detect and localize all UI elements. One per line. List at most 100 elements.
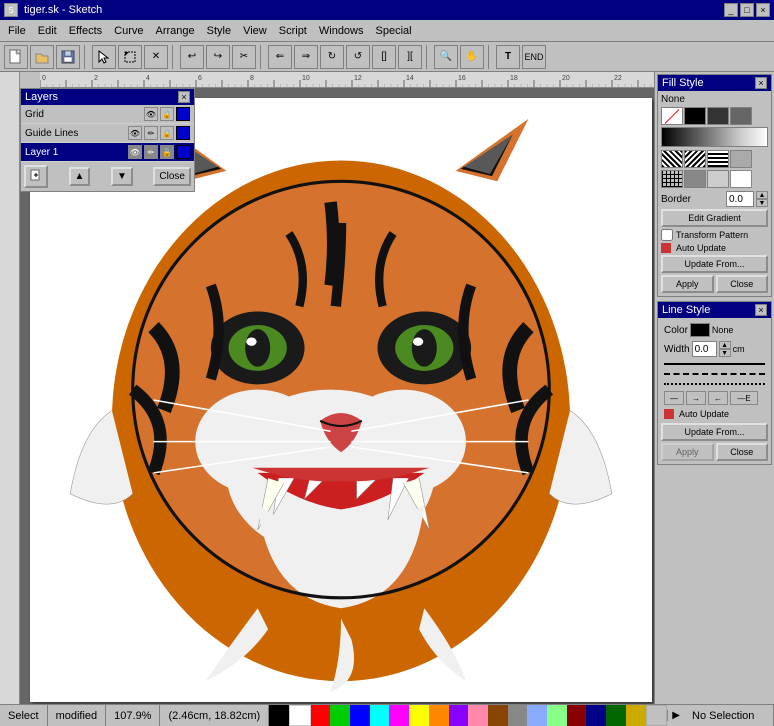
- rot-cw-button[interactable]: ↻: [320, 45, 344, 69]
- pattern-swatch-7[interactable]: [707, 170, 729, 188]
- line-style-close-btn[interactable]: ×: [755, 304, 767, 316]
- line-close-button[interactable]: Close: [716, 443, 769, 461]
- line-update-from-button[interactable]: Update From...: [661, 423, 768, 441]
- flip-v-button[interactable]: ⇒: [294, 45, 318, 69]
- menu-windows[interactable]: Windows: [313, 23, 370, 39]
- pattern-swatch-6[interactable]: [684, 170, 706, 188]
- layer-1-row[interactable]: Layer 1 👁 ✏ 🔒: [21, 143, 194, 162]
- palette-orange[interactable]: [429, 705, 449, 726]
- color-palette[interactable]: [269, 705, 667, 726]
- line-sample-dot[interactable]: [664, 383, 765, 385]
- deselect-tool[interactable]: ✕: [144, 45, 168, 69]
- ungroup-button[interactable]: ][: [398, 45, 422, 69]
- fill-border-input[interactable]: [726, 191, 754, 207]
- fill-swatch-mid[interactable]: [730, 107, 752, 125]
- pan-button[interactable]: ✋: [460, 45, 484, 69]
- line-sample-dash[interactable]: [664, 373, 765, 375]
- pattern-swatch-2[interactable]: [684, 150, 706, 168]
- palette-scroll[interactable]: ▶: [667, 710, 684, 721]
- palette-brown[interactable]: [488, 705, 508, 726]
- palette-lightgreen[interactable]: [547, 705, 567, 726]
- palette-darkred[interactable]: [567, 705, 587, 726]
- layers-close-button[interactable]: ×: [178, 91, 190, 103]
- flip-h-button[interactable]: ⇐: [268, 45, 292, 69]
- group-button[interactable]: []: [372, 45, 396, 69]
- line-color-swatch[interactable]: [690, 323, 710, 337]
- layer-grid-lock[interactable]: 🔒: [160, 107, 174, 121]
- fill-border-down[interactable]: ▼: [756, 199, 768, 207]
- palette-silver[interactable]: [646, 705, 668, 726]
- new-button[interactable]: [4, 45, 28, 69]
- menu-arrange[interactable]: Arrange: [149, 23, 200, 39]
- palette-darkgreen[interactable]: [606, 705, 626, 726]
- layer-guides-eye[interactable]: 👁: [128, 126, 142, 140]
- palette-gray[interactable]: [508, 705, 528, 726]
- line-arrow-none[interactable]: —: [664, 391, 684, 405]
- palette-gold[interactable]: [626, 705, 646, 726]
- layers-up-button[interactable]: [69, 167, 91, 186]
- line-arrow-right[interactable]: →: [686, 391, 706, 405]
- palette-black[interactable]: [269, 705, 289, 726]
- pattern-swatch-1[interactable]: [661, 150, 683, 168]
- edit-gradient-button[interactable]: Edit Gradient: [661, 209, 768, 227]
- layers-close-btn[interactable]: Close: [153, 167, 191, 186]
- line-width-down[interactable]: ▼: [719, 349, 731, 357]
- fill-swatch-dark[interactable]: [707, 107, 729, 125]
- palette-cyan[interactable]: [370, 705, 390, 726]
- menu-effects[interactable]: Effects: [63, 23, 108, 39]
- pattern-swatch-8[interactable]: [730, 170, 752, 188]
- menu-view[interactable]: View: [237, 23, 273, 39]
- pattern-swatch-5[interactable]: [661, 170, 683, 188]
- line-apply-button[interactable]: Apply: [661, 443, 714, 461]
- palette-lightblue[interactable]: [527, 705, 547, 726]
- palette-scroll-right[interactable]: ▶: [672, 710, 680, 721]
- text-tool[interactable]: T: [496, 45, 520, 69]
- layer-guides-row[interactable]: Guide Lines 👁 ✏ 🔒: [21, 124, 194, 143]
- gradient-bar[interactable]: [661, 127, 768, 147]
- fill-style-close-btn[interactable]: ×: [755, 77, 767, 89]
- palette-blue[interactable]: [350, 705, 370, 726]
- line-end-style[interactable]: —E: [730, 391, 758, 405]
- zoom-button[interactable]: 🔍: [434, 45, 458, 69]
- menu-script[interactable]: Script: [273, 23, 313, 39]
- line-width-up[interactable]: ▲: [719, 341, 731, 349]
- line-arrow-left[interactable]: ←: [708, 391, 728, 405]
- layer-grid-eye[interactable]: 👁: [144, 107, 158, 121]
- select-box-tool[interactable]: [118, 45, 142, 69]
- fill-apply-button[interactable]: Apply: [661, 275, 714, 293]
- select-tool[interactable]: [92, 45, 116, 69]
- fill-close-button[interactable]: Close: [716, 275, 769, 293]
- palette-darkblue[interactable]: [586, 705, 606, 726]
- layer-guides-pen[interactable]: ✏: [144, 126, 158, 140]
- menu-edit[interactable]: Edit: [32, 23, 63, 39]
- menu-curve[interactable]: Curve: [108, 23, 149, 39]
- cut-button[interactable]: ✂: [232, 45, 256, 69]
- layer-guides-lock[interactable]: 🔒: [160, 126, 174, 140]
- close-button[interactable]: ×: [756, 3, 770, 17]
- undo-button[interactable]: ↩: [180, 45, 204, 69]
- pattern-swatch-4[interactable]: [730, 150, 752, 168]
- palette-green[interactable]: [330, 705, 350, 726]
- layers-down-button[interactable]: [111, 167, 133, 186]
- end-button[interactable]: END: [522, 45, 546, 69]
- layer-1-lock[interactable]: 🔒: [160, 145, 174, 159]
- layers-new-button[interactable]: [24, 165, 48, 188]
- save-button[interactable]: [56, 45, 80, 69]
- menu-special[interactable]: Special: [370, 23, 418, 39]
- redo-button[interactable]: ↪: [206, 45, 230, 69]
- layer-grid-row[interactable]: Grid 👁 🔒: [21, 105, 194, 124]
- palette-red[interactable]: [311, 705, 331, 726]
- fill-border-up[interactable]: ▲: [756, 191, 768, 199]
- rot-ccw-button[interactable]: ↺: [346, 45, 370, 69]
- fill-update-from-button[interactable]: Update From...: [661, 255, 768, 273]
- palette-yellow[interactable]: [409, 705, 429, 726]
- fill-swatch-black[interactable]: [684, 107, 706, 125]
- minimize-button[interactable]: _: [724, 3, 738, 17]
- menu-file[interactable]: File: [2, 23, 32, 39]
- palette-purple[interactable]: [449, 705, 469, 726]
- maximize-button[interactable]: □: [740, 3, 754, 17]
- transform-pattern-check[interactable]: [661, 229, 673, 241]
- palette-magenta[interactable]: [389, 705, 409, 726]
- open-button[interactable]: [30, 45, 54, 69]
- fill-swatch-none[interactable]: [661, 107, 683, 125]
